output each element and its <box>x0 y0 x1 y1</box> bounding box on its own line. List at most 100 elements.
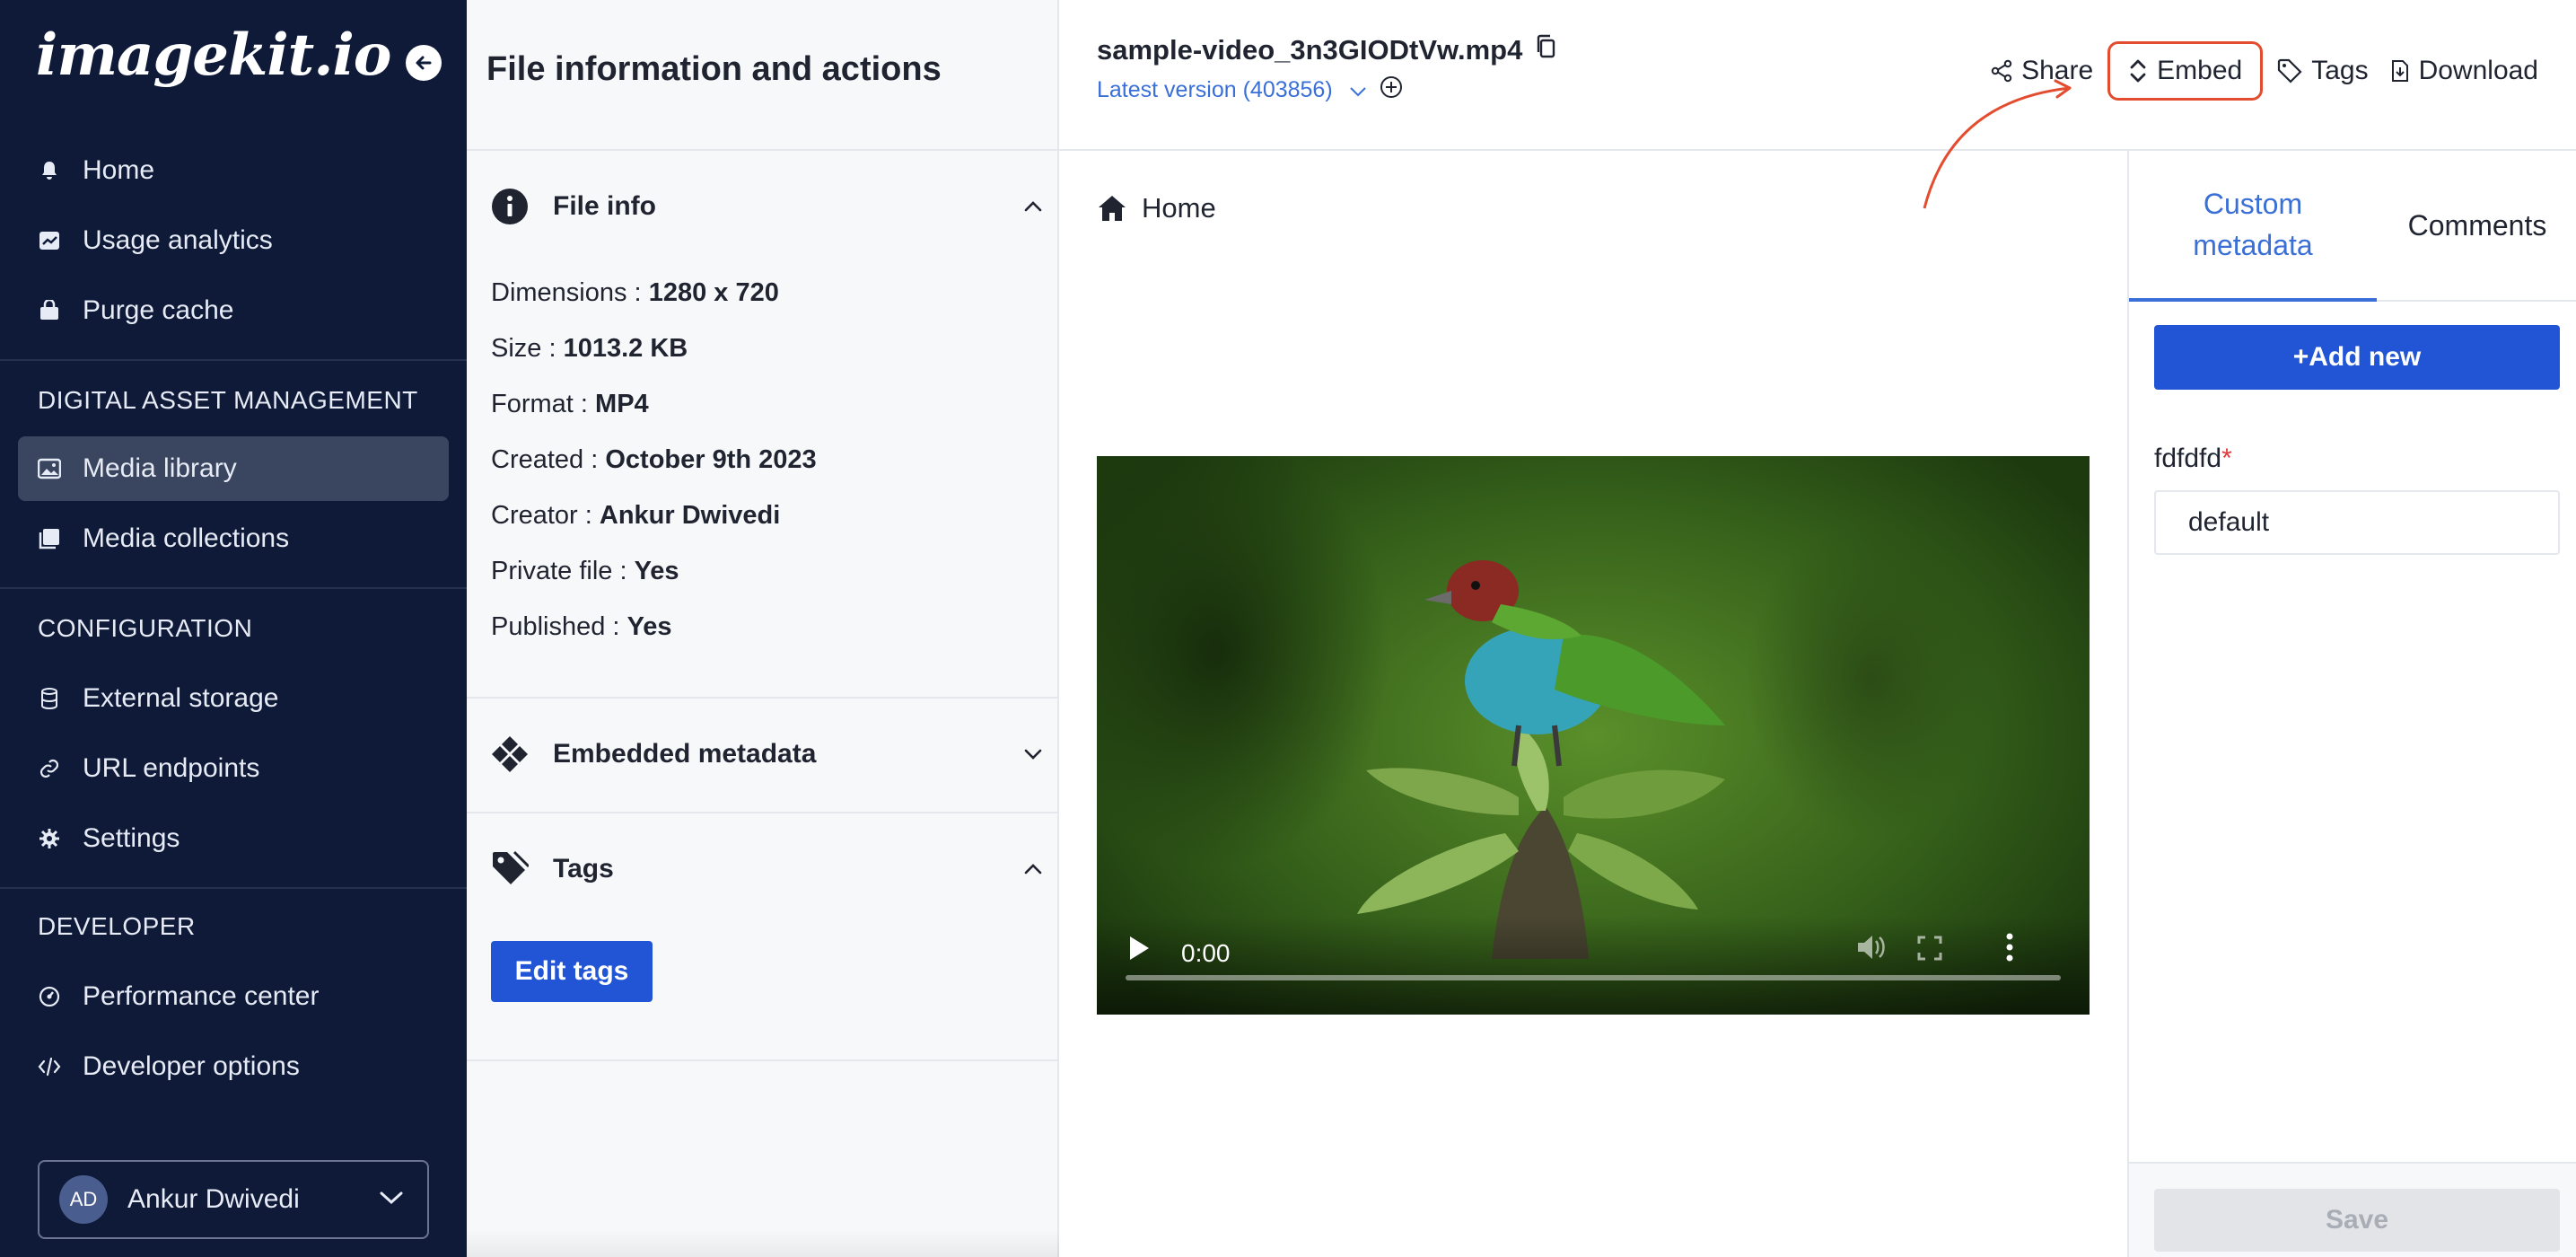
info-label: Creator : <box>491 501 592 530</box>
save-button[interactable]: Save <box>2154 1189 2560 1252</box>
fullscreen-icon[interactable] <box>1917 936 1942 965</box>
code-icon <box>38 1055 61 1078</box>
info-value: Ankur Dwivedi <box>599 501 781 530</box>
breadcrumb-home[interactable]: Home <box>1142 192 1216 224</box>
metadata-footer: Save <box>2129 1162 2576 1257</box>
sidebar-item-label: Usage analytics <box>83 225 273 255</box>
file-name-text: sample-video_3n3GIODtVw.mp4 <box>1097 34 1523 66</box>
tag-icon <box>2277 58 2302 84</box>
divider <box>467 697 1059 699</box>
embed-button[interactable]: Embed <box>2107 41 2264 101</box>
user-menu[interactable]: AD Ankur Dwivedi <box>38 1160 429 1239</box>
avatar: AD <box>59 1175 108 1224</box>
video-progress-bar[interactable] <box>1126 975 2061 980</box>
sidebar-item-usage-analytics[interactable]: Usage analytics <box>18 208 449 273</box>
sidebar-item-media-collections[interactable]: Media collections <box>18 506 449 571</box>
info-row-format: Format : MP4 <box>491 390 649 419</box>
tag-icon <box>490 849 530 889</box>
video-player[interactable]: 0:00 <box>1097 456 2090 1015</box>
sidebar: imagekit.io Home Usage analytics Purge c… <box>0 0 467 1257</box>
edit-tags-button[interactable]: Edit tags <box>491 941 653 1002</box>
file-name: sample-video_3n3GIODtVw.mp4 <box>1097 34 1556 66</box>
sidebar-item-label: Media library <box>83 453 237 483</box>
embed-icon <box>2128 57 2148 84</box>
tags-label: Tags <box>2311 56 2369 85</box>
panel-shade <box>467 1230 1059 1257</box>
add-version-icon[interactable] <box>1380 75 1403 105</box>
file-info-accordion-header[interactable]: File info <box>490 180 1047 233</box>
tab-custom-metadata[interactable]: Custom metadata <box>2129 151 2377 302</box>
more-options-icon[interactable] <box>2005 932 2014 967</box>
divider <box>467 812 1059 813</box>
info-label: Private file : <box>491 557 627 585</box>
arrow-left-icon <box>416 56 432 70</box>
embedded-metadata-accordion-header[interactable]: Embedded metadata <box>490 727 1047 781</box>
embed-label: Embed <box>2157 56 2243 85</box>
sidebar-item-label: Purge cache <box>83 295 234 325</box>
video-time: 0:00 <box>1181 939 1231 967</box>
tags-accordion-header[interactable]: Tags <box>490 842 1047 896</box>
sidebar-item-developer-options[interactable]: Developer options <box>18 1034 449 1099</box>
bell-icon <box>38 159 61 182</box>
play-icon[interactable] <box>1127 935 1151 966</box>
imagekit-logo[interactable]: imagekit.io <box>36 22 391 89</box>
sidebar-item-media-library[interactable]: Media library <box>18 436 449 501</box>
tab-label: Comments <box>2407 208 2547 242</box>
divider <box>0 587 467 589</box>
metadata-field-label: fdfdfd* <box>2154 444 2232 474</box>
chevron-down-icon <box>379 1190 404 1210</box>
download-button[interactable]: Download <box>2379 41 2549 101</box>
info-value: 1280 x 720 <box>648 278 779 307</box>
info-label: Published : <box>491 612 620 641</box>
annotation-arrow <box>1923 79 2072 209</box>
sidebar-item-external-storage[interactable]: External storage <box>18 666 449 731</box>
sidebar-item-performance-center[interactable]: Performance center <box>18 964 449 1029</box>
user-name: Ankur Dwivedi <box>127 1184 300 1214</box>
tags-button[interactable]: Tags <box>2266 41 2379 101</box>
info-row-dimensions: Dimensions : 1280 x 720 <box>491 278 779 308</box>
version-selector[interactable]: Latest version (403856) <box>1097 75 1403 105</box>
divider <box>0 359 467 361</box>
sidebar-item-label: URL endpoints <box>83 753 260 783</box>
download-label: Download <box>2418 56 2538 85</box>
divider <box>467 1059 1059 1061</box>
info-value: 1013.2 KB <box>563 334 688 363</box>
info-label: Size : <box>491 334 556 363</box>
info-value: Yes <box>626 612 672 641</box>
sidebar-item-settings[interactable]: Settings <box>18 806 449 871</box>
divider <box>0 887 467 889</box>
sidebar-item-purge-cache[interactable]: Purge cache <box>18 278 449 343</box>
gauge-icon <box>38 985 61 1008</box>
link-icon <box>38 757 61 780</box>
info-value: MP4 <box>595 390 649 418</box>
basket-icon <box>38 299 61 322</box>
download-icon <box>2390 59 2410 83</box>
info-label: Format : <box>491 390 588 418</box>
info-row-published: Published : Yes <box>491 612 672 642</box>
sidebar-item-label: Developer options <box>83 1051 300 1081</box>
collapse-sidebar-button[interactable] <box>406 45 442 81</box>
tab-comments[interactable]: Comments <box>2377 151 2576 302</box>
accordion-title: Tags <box>553 854 614 883</box>
sidebar-item-url-endpoints[interactable]: URL endpoints <box>18 736 449 801</box>
panel-title: File information and actions <box>486 50 942 88</box>
copy-icon[interactable] <box>1535 34 1556 66</box>
metadata-panel: Custom metadata Comments +Add new fdfdfd… <box>2127 151 2576 1257</box>
metadata-field-input[interactable] <box>2154 490 2560 555</box>
tab-label: Custom metadata <box>2193 183 2312 266</box>
sidebar-item-home[interactable]: Home <box>18 138 449 203</box>
sidebar-item-label: External storage <box>83 683 279 713</box>
diamond-grid-icon <box>490 734 530 774</box>
info-label: Dimensions : <box>491 278 642 307</box>
info-value: Yes <box>634 557 679 585</box>
add-new-metadata-button[interactable]: +Add new <box>2154 325 2560 390</box>
section-title-configuration: CONFIGURATION <box>38 614 253 642</box>
accordion-title: File info <box>553 191 656 221</box>
gear-icon <box>38 827 61 850</box>
section-title-dam: DIGITAL ASSET MANAGEMENT <box>38 386 418 414</box>
file-info-panel: File information and actions File info D… <box>467 0 1059 1257</box>
image-icon <box>38 457 61 480</box>
info-icon <box>490 187 530 226</box>
sidebar-item-label: Settings <box>83 823 180 853</box>
volume-icon[interactable] <box>1856 934 1887 965</box>
